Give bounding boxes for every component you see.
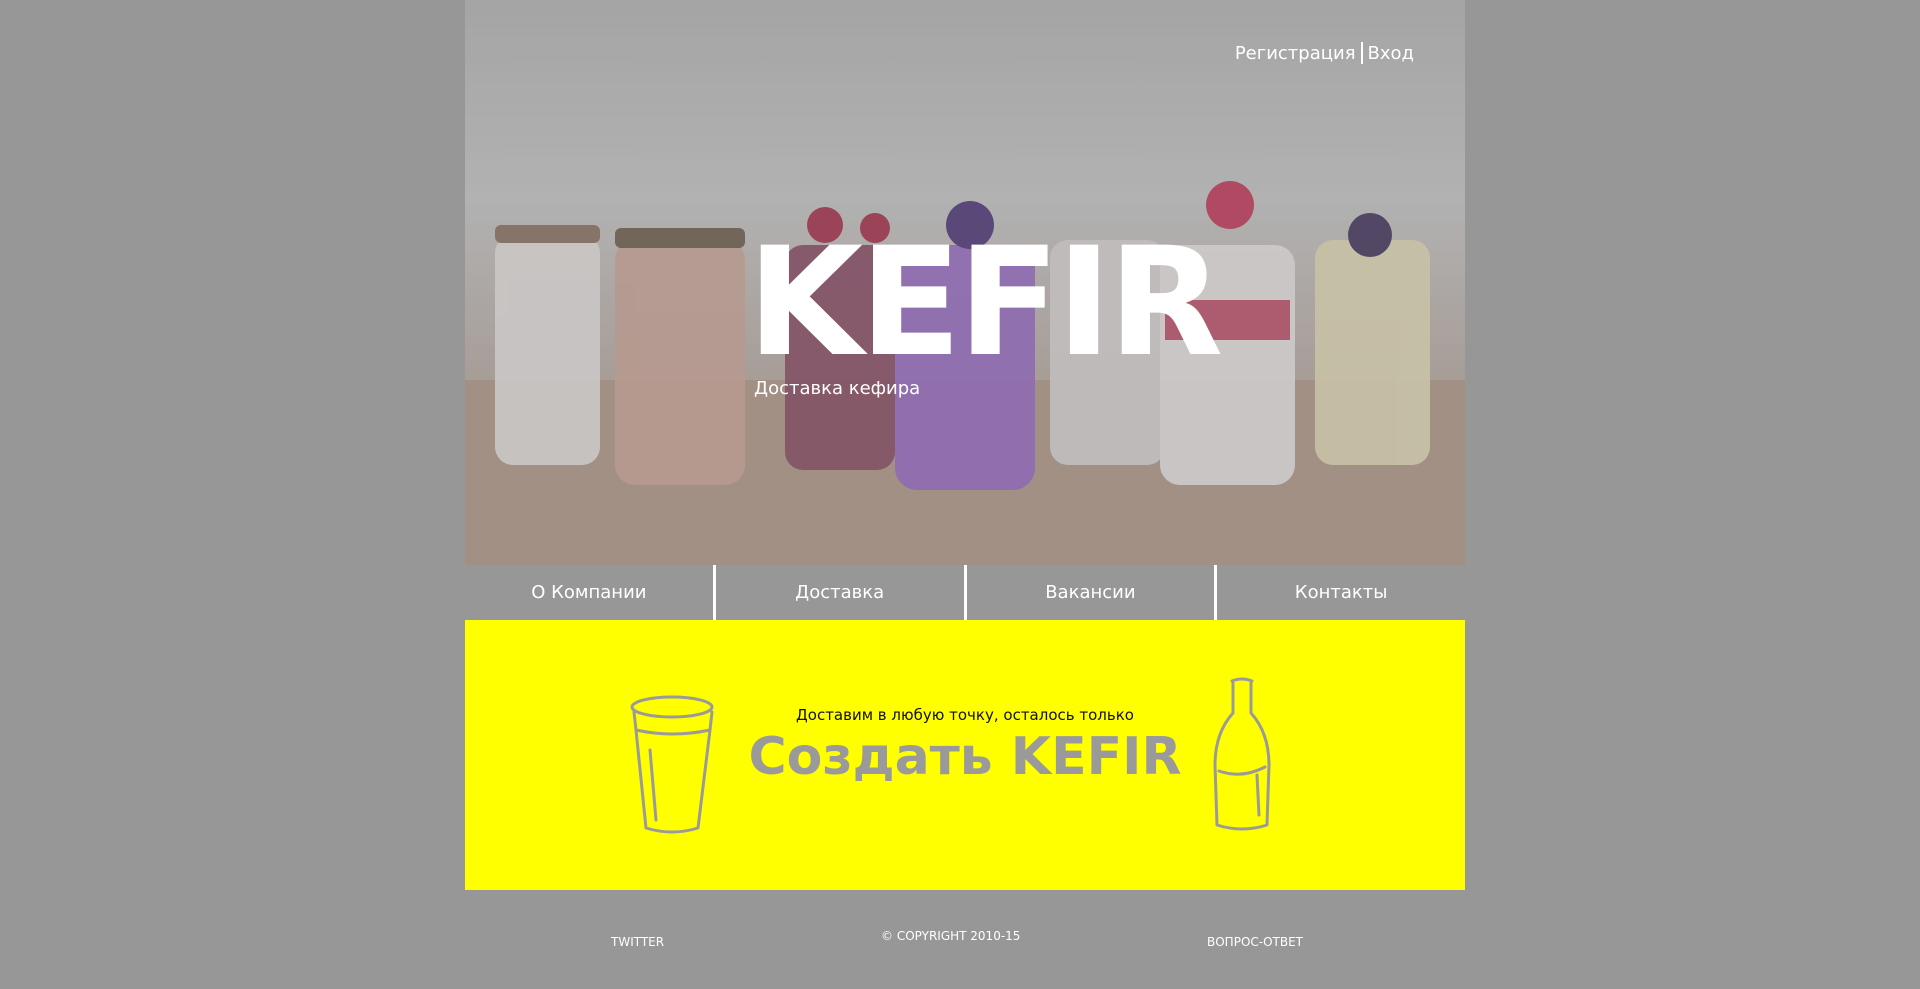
nav-item-about[interactable]: О Компании [465,565,713,620]
auth-divider [1360,42,1363,64]
footer-faq-link[interactable]: ВОПРОС-ОТВЕТ [1207,935,1303,949]
create-kefir-button[interactable]: Создать KEFIR [465,727,1465,787]
bottle-icon [1213,677,1271,831]
auth-links: Регистрация Вход [1235,42,1414,64]
login-link[interactable]: Вход [1368,43,1414,64]
hero-tagline: Доставка кефира [754,378,921,399]
nav-item-vacancies[interactable]: Вакансии [963,565,1215,620]
footer-copyright: © COPYRIGHT 2010-15 [881,929,1021,943]
nav-item-contacts[interactable]: Контакты [1214,565,1465,620]
cta-section: Доставим в любую точку, осталось только … [465,620,1465,890]
hero-banner: Регистрация Вход KEFIR Доставка кефира [465,0,1465,565]
nav-item-delivery[interactable]: Доставка [712,565,964,620]
main-nav: О Компании Доставка Вакансии Контакты [465,565,1465,620]
page-container: Регистрация Вход KEFIR Доставка кефира О… [465,0,1465,989]
cta-subtitle: Доставим в любую точку, осталось только [796,706,1134,724]
register-link[interactable]: Регистрация [1235,43,1356,64]
brand-logo-text: KEFIR [747,216,1223,390]
footer-twitter-link[interactable]: TWITTER [611,935,664,949]
